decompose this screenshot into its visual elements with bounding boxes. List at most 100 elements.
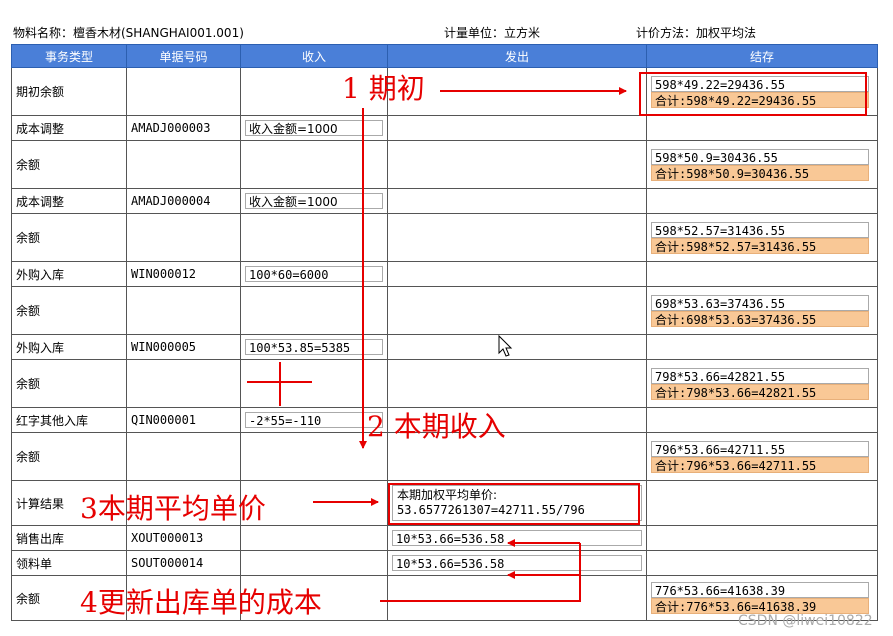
col-issue[interactable]: 发出 bbox=[387, 44, 647, 68]
issue-field[interactable]: 10*53.66=536.58 bbox=[392, 530, 642, 546]
table-row: 领料单 SOUT000014 10*53.66=536.58 bbox=[11, 550, 878, 576]
method-label: 计价方法：加权平均法 bbox=[636, 26, 757, 40]
row-income bbox=[240, 286, 388, 335]
header-row: 事务类型 单据号码 收入 发出 结存 bbox=[11, 44, 878, 68]
row-doc bbox=[126, 286, 241, 335]
row-income bbox=[240, 550, 388, 576]
row-type: 外购入库 bbox=[11, 334, 127, 360]
watermark: CSDN @liwei10822 bbox=[738, 613, 873, 629]
table-row: 外购入库 WIN000012 100*60=6000 bbox=[11, 261, 878, 287]
row-balance: 796*53.66=42711.55 合计:796*53.66=42711.55 bbox=[646, 432, 878, 481]
row-issue bbox=[387, 286, 647, 335]
balance-field: 798*53.66=42821.55 bbox=[651, 367, 869, 384]
table-row: 销售出库 XOUT000013 10*53.66=536.58 bbox=[11, 525, 878, 551]
row-balance bbox=[646, 115, 878, 141]
material-name: 物料名称：檀香木材(SHANGHAI001.001) bbox=[13, 26, 244, 40]
row-balance bbox=[646, 407, 878, 433]
row-issue bbox=[387, 334, 647, 360]
table-row: 外购入库 WIN000005 100*53.85=5385 bbox=[11, 334, 878, 360]
row-income: 100*53.85=5385 bbox=[240, 334, 388, 360]
table-row: 余额 598*50.9=30436.55 合计:598*50.9=30436.5… bbox=[11, 140, 878, 189]
income-field[interactable]: 收入金额=1000 bbox=[245, 120, 383, 136]
row-doc bbox=[126, 213, 241, 262]
row-balance bbox=[646, 525, 878, 551]
table-row: 成本调整 AMADJ000003 收入金额=1000 bbox=[11, 115, 878, 141]
average-price-value: 53.6577261307=42711.55/796 bbox=[397, 503, 585, 517]
row-income: 100*60=6000 bbox=[240, 261, 388, 287]
income-field[interactable]: 100*53.85=5385 bbox=[245, 339, 383, 355]
row-type: 外购入库 bbox=[11, 261, 127, 287]
balance-field: 598*49.22=29436.55 bbox=[651, 75, 869, 92]
row-issue: 本期加权平均单价: 53.6577261307=42711.55/796 bbox=[387, 480, 647, 526]
row-income bbox=[240, 432, 388, 481]
row-doc bbox=[126, 432, 241, 481]
balance-total-field: 合计:598*52.57=31436.55 bbox=[651, 237, 869, 254]
balance-total-field: 合计:776*53.66=41638.39 bbox=[651, 598, 869, 614]
row-balance bbox=[646, 188, 878, 214]
row-balance: 598*49.22=29436.55 合计:598*49.22=29436.55 bbox=[646, 67, 878, 116]
annotation-average-price: 3本期平均单价 bbox=[80, 492, 266, 525]
info-bar: 物料名称：檀香木材(SHANGHAI001.001) 计量单位：立方米 计价方法… bbox=[0, 24, 893, 42]
table-row: 余额 698*53.63=37436.55 合计:698*53.63=37436… bbox=[11, 286, 878, 335]
row-type: 余额 bbox=[11, 213, 127, 262]
row-income bbox=[240, 140, 388, 189]
row-income: -2*55=-110 bbox=[240, 407, 388, 433]
col-type[interactable]: 事务类型 bbox=[11, 44, 127, 68]
row-income: 收入金额=1000 bbox=[240, 115, 388, 141]
row-issue bbox=[387, 575, 647, 621]
row-doc: WIN000012 bbox=[126, 261, 241, 287]
balance-field: 776*53.66=41638.39 bbox=[651, 582, 869, 598]
row-doc: WIN000005 bbox=[126, 334, 241, 360]
row-doc: SOUT000014 bbox=[126, 550, 241, 576]
row-type: 成本调整 bbox=[11, 115, 127, 141]
col-doc[interactable]: 单据号码 bbox=[126, 44, 241, 68]
income-field[interactable]: 100*60=6000 bbox=[245, 266, 383, 282]
row-doc: AMADJ000004 bbox=[126, 188, 241, 214]
row-doc bbox=[126, 67, 241, 116]
row-type: 销售出库 bbox=[11, 525, 127, 551]
table-row: 余额 598*52.57=31436.55 合计:598*52.57=31436… bbox=[11, 213, 878, 262]
row-doc bbox=[126, 359, 241, 408]
balance-field: 796*53.66=42711.55 bbox=[651, 440, 869, 457]
row-type: 红字其他入库 bbox=[11, 407, 127, 433]
annotation-period-income: 2 本期收入 bbox=[367, 410, 506, 443]
row-balance: 598*50.9=30436.55 合计:598*50.9=30436.55 bbox=[646, 140, 878, 189]
row-balance: 598*52.57=31436.55 合计:598*52.57=31436.55 bbox=[646, 213, 878, 262]
row-type: 余额 bbox=[11, 286, 127, 335]
row-type: 期初余额 bbox=[11, 67, 127, 116]
row-type: 余额 bbox=[11, 359, 127, 408]
issue-field[interactable]: 10*53.66=536.58 bbox=[392, 555, 642, 571]
row-type: 余额 bbox=[11, 432, 127, 481]
row-balance: 798*53.66=42821.55 合计:798*53.66=42821.55 bbox=[646, 359, 878, 408]
row-income: 收入金额=1000 bbox=[240, 188, 388, 214]
annotation-update-cost: 4更新出库单的成本 bbox=[80, 586, 322, 619]
col-income[interactable]: 收入 bbox=[240, 44, 388, 68]
row-issue bbox=[387, 359, 647, 408]
row-issue: 10*53.66=536.58 bbox=[387, 525, 647, 551]
row-issue bbox=[387, 261, 647, 287]
row-issue bbox=[387, 115, 647, 141]
row-issue bbox=[387, 67, 647, 116]
row-balance bbox=[646, 480, 878, 526]
row-type: 余额 bbox=[11, 140, 127, 189]
ledger-table: 事务类型 单据号码 收入 发出 结存 期初余额 598*49.22=29436.… bbox=[11, 44, 878, 621]
average-price-label: 本期加权平均单价: bbox=[397, 488, 498, 502]
annotation-opening: 1 期初 bbox=[342, 72, 425, 105]
row-doc: XOUT000013 bbox=[126, 525, 241, 551]
row-balance: 698*53.63=37436.55 合计:698*53.63=37436.55 bbox=[646, 286, 878, 335]
row-doc: QIN000001 bbox=[126, 407, 241, 433]
balance-total-field: 合计:598*49.22=29436.55 bbox=[651, 91, 869, 108]
balance-field: 598*52.57=31436.55 bbox=[651, 221, 869, 238]
table-row: 成本调整 AMADJ000004 收入金额=1000 bbox=[11, 188, 878, 214]
row-issue bbox=[387, 213, 647, 262]
row-issue: 10*53.66=536.58 bbox=[387, 550, 647, 576]
income-field[interactable]: -2*55=-110 bbox=[245, 412, 383, 428]
row-income bbox=[240, 213, 388, 262]
row-issue bbox=[387, 140, 647, 189]
balance-field: 698*53.63=37436.55 bbox=[651, 294, 869, 311]
balance-total-field: 合计:698*53.63=37436.55 bbox=[651, 310, 869, 327]
col-balance[interactable]: 结存 bbox=[646, 44, 878, 68]
balance-total-field: 合计:796*53.66=42711.55 bbox=[651, 456, 869, 473]
income-field[interactable]: 收入金额=1000 bbox=[245, 193, 383, 209]
row-income bbox=[240, 359, 388, 408]
